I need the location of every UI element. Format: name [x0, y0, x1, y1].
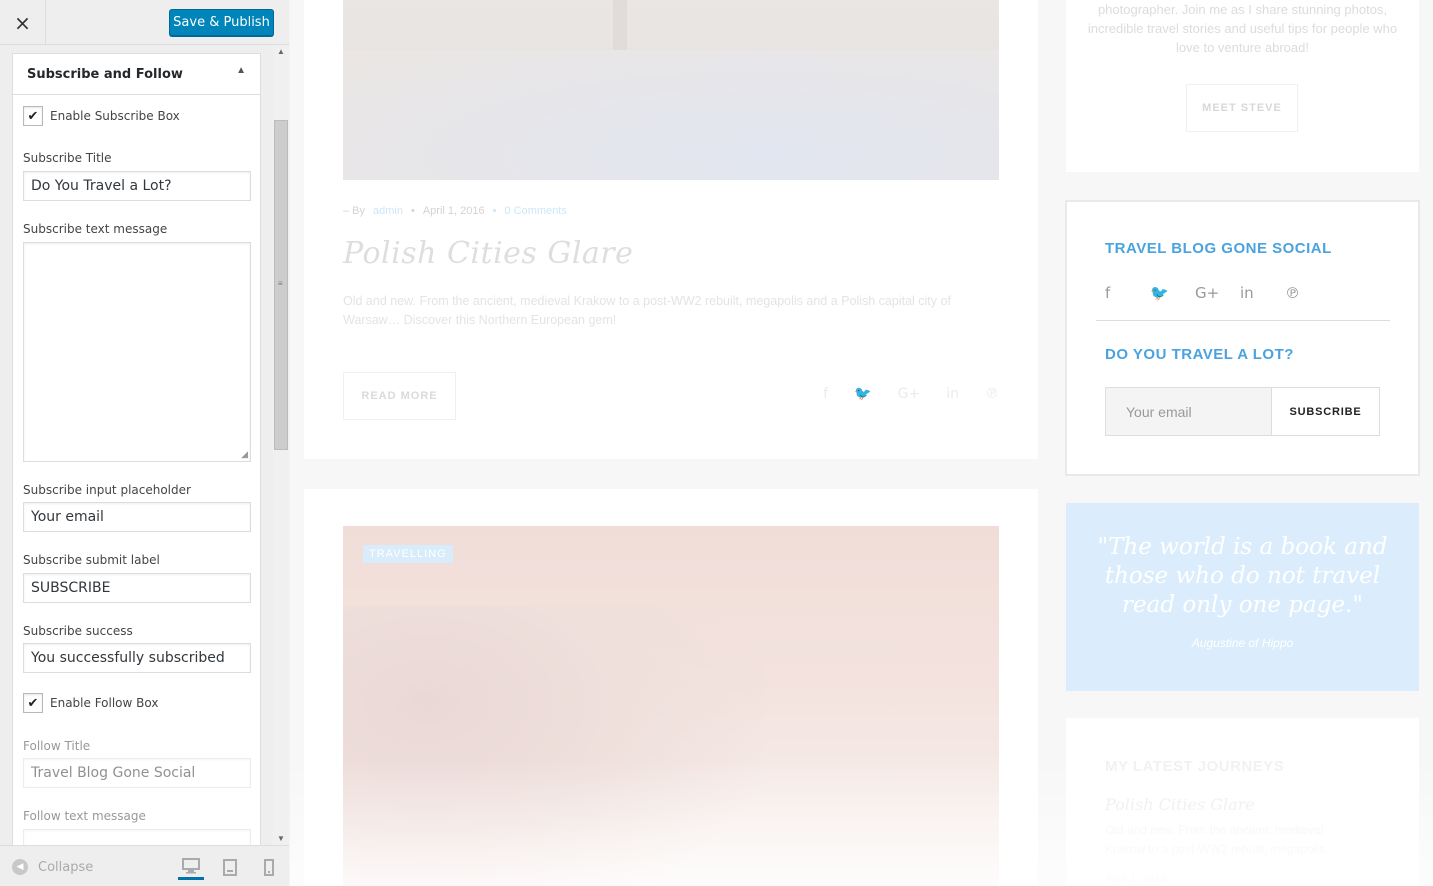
- post-excerpt: Old and new. From the ancient, medieval …: [343, 294, 951, 327]
- post-featured-image[interactable]: TRAVELLING: [343, 526, 999, 886]
- post-featured-image[interactable]: [343, 0, 999, 180]
- divider: [1096, 320, 1390, 321]
- check-icon: ✔: [27, 695, 39, 711]
- subscribe-text-label: Subscribe text message: [23, 222, 168, 236]
- latest-post-date: April 1, 2016: [1105, 873, 1167, 885]
- subscribe-success-input[interactable]: You successfully subscribed: [23, 643, 251, 673]
- section-title: Subscribe and Follow: [27, 67, 183, 82]
- customizer-controls: Subscribe and Follow ▲ ✔ Enable Subscrib…: [0, 45, 289, 845]
- category-tag[interactable]: TRAVELLING: [363, 545, 453, 563]
- enable-subscribe-checkbox[interactable]: ✔: [23, 106, 43, 126]
- twitter-icon[interactable]: 🐦: [1150, 284, 1195, 302]
- subscribe-placeholder-input[interactable]: Your email: [23, 502, 251, 532]
- collapse-label: Collapse: [38, 859, 94, 875]
- enable-follow-checkbox[interactable]: ✔: [23, 693, 43, 713]
- about-widget: photographer. Join me as I share stunnin…: [1066, 0, 1419, 172]
- meet-steve-button[interactable]: MEET STEVE: [1186, 84, 1298, 132]
- subscribe-form: Your email SUBSCRIBE: [1105, 387, 1380, 436]
- post-title[interactable]: Polish Cities Glare: [343, 236, 633, 271]
- customizer-sidebar: × Save & Publish Subscribe and Follow ▲ …: [0, 0, 289, 886]
- follow-title-input[interactable]: Travel Blog Gone Social: [23, 758, 251, 788]
- google-plus-icon[interactable]: G+: [1195, 284, 1240, 302]
- facebook-icon[interactable]: f: [823, 386, 828, 402]
- twitter-icon[interactable]: 🐦: [854, 386, 871, 402]
- close-icon[interactable]: ×: [0, 0, 46, 45]
- scroll-down-icon[interactable]: ▼: [277, 834, 285, 843]
- enable-follow-control[interactable]: ✔ Enable Follow Box: [23, 693, 158, 713]
- image-tower: [613, 0, 627, 50]
- post-share-icons: f 🐦 G+ in ℗: [823, 386, 999, 402]
- customizer-header: × Save & Publish: [0, 0, 289, 45]
- resize-handle-icon[interactable]: ◢: [241, 449, 248, 460]
- quote-author: Augustine of Hippo: [1191, 636, 1294, 650]
- latest-journeys-widget: MY LATEST JOURNEYS Polish Cities Glare O…: [1066, 718, 1419, 886]
- post-card: TRAVELLING: [304, 489, 1038, 886]
- enable-subscribe-label: Enable Subscribe Box: [50, 109, 180, 123]
- customizer-footer: ◀ Collapse: [0, 845, 289, 886]
- post-comments-link[interactable]: 0 Comments: [504, 205, 566, 217]
- enable-follow-label: Enable Follow Box: [50, 696, 159, 710]
- subscribe-title: DO YOU TRAVEL A LOT?: [1105, 346, 1294, 363]
- follow-title-label: Follow Title: [23, 739, 91, 753]
- meta-by: – By: [343, 205, 366, 217]
- grip-icon: ≡: [278, 279, 283, 288]
- post-meta: – By admin • April 1, 2016 • 0 Comments: [343, 205, 567, 217]
- latest-post-title[interactable]: Polish Cities Glare: [1105, 795, 1255, 814]
- scrollbar-thumb[interactable]: ≡: [274, 120, 288, 450]
- desktop-icon[interactable]: [178, 854, 204, 880]
- site-preview: – By admin • April 1, 2016 • 0 Comments …: [290, 0, 1433, 886]
- subscribe-submit-label: Subscribe submit label: [23, 553, 160, 567]
- quote-widget: "The world is a book and those who do no…: [1066, 503, 1419, 691]
- email-input[interactable]: Your email: [1106, 388, 1272, 435]
- post-card: – By admin • April 1, 2016 • 0 Comments …: [304, 0, 1038, 459]
- read-more-button[interactable]: READ MORE: [343, 372, 456, 420]
- quote-text: "The world is a book and those who do no…: [1097, 534, 1388, 618]
- collapse-button[interactable]: ◀ Collapse: [12, 859, 93, 875]
- follow-title: TRAVEL BLOG GONE SOCIAL: [1105, 240, 1332, 257]
- mobile-icon[interactable]: [256, 854, 282, 880]
- subscribe-success-label: Subscribe success: [23, 624, 133, 638]
- subscribe-title-label: Subscribe Title: [23, 151, 112, 165]
- save-publish-button[interactable]: Save & Publish: [169, 9, 274, 36]
- subscribe-text-textarea[interactable]: ◢: [23, 242, 251, 462]
- customizer-scrollbar[interactable]: ▲ ≡ ▼: [273, 45, 289, 845]
- image-dune: [343, 606, 763, 886]
- collapse-icon: ◀: [12, 859, 28, 875]
- meta-separator: •: [492, 205, 497, 217]
- post-date: April 1, 2016: [422, 205, 485, 217]
- follow-icons: f 🐦 G+ in ℗: [1105, 284, 1330, 302]
- subscribe-title-input[interactable]: Do You Travel a Lot?: [23, 171, 251, 201]
- post-author-link[interactable]: admin: [373, 205, 403, 217]
- pinterest-icon[interactable]: ℗: [985, 386, 999, 402]
- scroll-up-icon[interactable]: ▲: [277, 47, 285, 56]
- subscribe-button[interactable]: SUBSCRIBE: [1272, 388, 1379, 435]
- follow-text-textarea[interactable]: [23, 829, 251, 845]
- linkedin-icon[interactable]: in: [1240, 284, 1285, 302]
- follow-text-label: Follow text message: [23, 809, 146, 823]
- latest-post-excerpt: Old and new. From the ancient, medieval …: [1105, 823, 1326, 856]
- google-plus-icon[interactable]: G+: [898, 386, 921, 402]
- enable-subscribe-control[interactable]: ✔ Enable Subscribe Box: [23, 106, 180, 126]
- pinterest-icon[interactable]: ℗: [1285, 284, 1330, 302]
- subscribe-submit-input[interactable]: SUBSCRIBE: [23, 573, 251, 603]
- latest-title: MY LATEST JOURNEYS: [1105, 758, 1285, 775]
- about-text: photographer. Join me as I share stunnin…: [1087, 2, 1398, 55]
- section-panel: ✔ Enable Subscribe Box Subscribe Title D…: [12, 95, 261, 845]
- check-icon: ✔: [27, 108, 39, 124]
- facebook-icon[interactable]: f: [1105, 284, 1150, 302]
- collapse-up-icon[interactable]: ▲: [236, 65, 246, 76]
- linkedin-icon[interactable]: in: [946, 386, 959, 402]
- meta-separator: •: [410, 205, 415, 217]
- tablet-icon[interactable]: [217, 854, 243, 880]
- section-header-subscribe-follow[interactable]: Subscribe and Follow ▲: [12, 53, 261, 95]
- image-square: [343, 50, 999, 180]
- subscribe-follow-widget: TRAVEL BLOG GONE SOCIAL f 🐦 G+ in ℗ DO Y…: [1065, 200, 1420, 476]
- subscribe-placeholder-label: Subscribe input placeholder: [23, 483, 191, 497]
